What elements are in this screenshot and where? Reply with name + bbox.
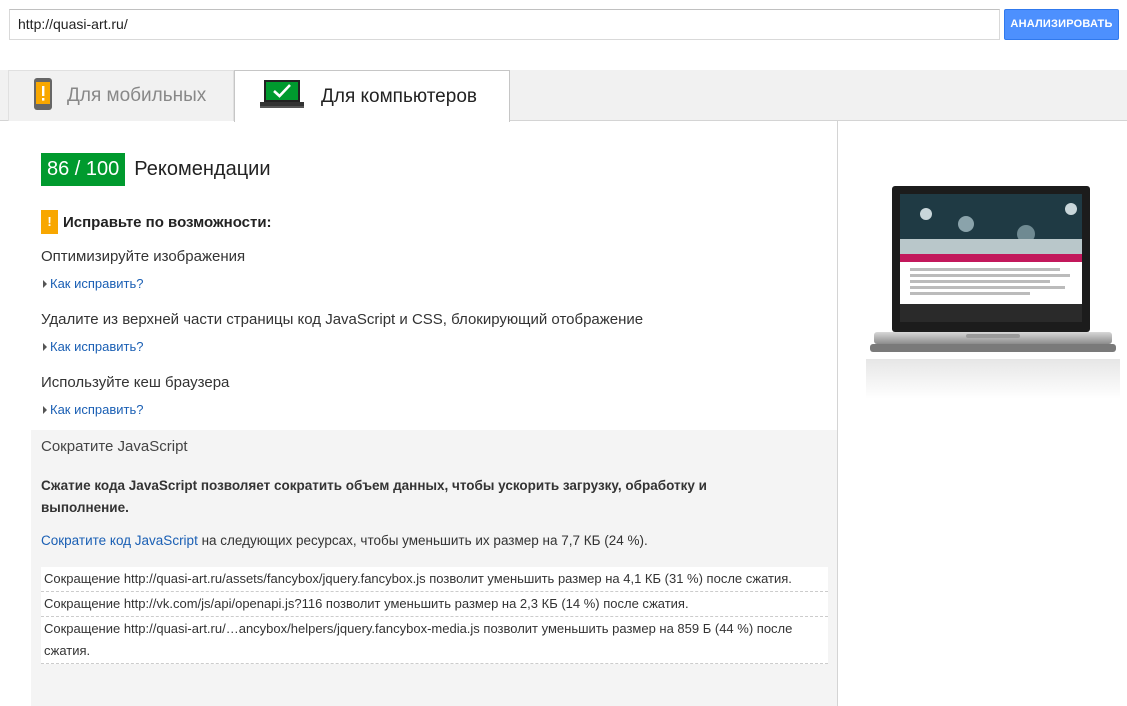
expand-arrow-icon: [43, 342, 47, 351]
expand-arrow-icon: [43, 405, 47, 414]
tab-mobile-label: Для мобильных: [67, 85, 207, 106]
expanded-rule-summary: Сократите код JavaScript на следующих ре…: [41, 533, 648, 548]
tab-mobile[interactable]: Для мобильных: [8, 70, 234, 121]
score-row: 86 / 100 Рекомендации: [41, 153, 271, 186]
rule-title: Удалите из верхней части страницы код Ja…: [41, 311, 644, 328]
how-to-fix-link[interactable]: Как исправить?: [43, 339, 144, 354]
fix-section-title: Исправьте по возможности:: [63, 213, 272, 231]
url-input[interactable]: http://quasi-art.ru/: [9, 9, 1000, 40]
how-to-fix-link[interactable]: Как исправить?: [43, 402, 144, 417]
device-tabs: Для мобильных Для компьютеров: [0, 70, 1127, 122]
phone-warning-icon: [33, 77, 53, 116]
resource-item: Сокращение http://quasi-art.ru/assets/fa…: [41, 567, 828, 592]
how-to-fix-link[interactable]: Как исправить?: [43, 276, 144, 291]
summary-text: на следующих ресурсах, чтобы уменьшить и…: [197, 533, 648, 548]
how-to-fix-label: Как исправить?: [50, 402, 144, 417]
rule-title: Оптимизируйте изображения: [41, 248, 246, 265]
score-badge: 86 / 100: [41, 153, 126, 186]
expanded-rule-description: Сжатие кода JavaScript позволяет сократи…: [41, 478, 707, 515]
how-to-fix-label: Как исправить?: [50, 339, 144, 354]
laptop-screenshot-preview: [866, 186, 1120, 399]
score-title: Рекомендации: [134, 158, 271, 180]
how-to-fix-label: Как исправить?: [50, 276, 144, 291]
minify-js-link[interactable]: Сократите код JavaScript: [41, 533, 198, 548]
fix-section-header: ! Исправьте по возможности:: [41, 210, 272, 234]
rule-title: Используйте кеш браузера: [41, 374, 230, 391]
tab-desktop-label: Для компьютеров: [321, 85, 477, 107]
results-panel: 86 / 100 Рекомендации ! Исправьте по воз…: [0, 121, 838, 706]
tab-desktop[interactable]: Для компьютеров: [234, 70, 510, 122]
expanded-rule: Сократите JavaScript Сжатие кода JavaScr…: [31, 430, 837, 706]
resource-item: Сокращение http://vk.com/js/api/openapi.…: [41, 592, 828, 617]
analyze-button[interactable]: АНАЛИЗИРОВАТЬ: [1004, 9, 1119, 40]
expand-arrow-icon: [43, 279, 47, 288]
expanded-rule-title[interactable]: Сократите JavaScript: [41, 438, 188, 455]
warning-icon: !: [41, 210, 58, 234]
desktop-preview-image: [866, 184, 1120, 399]
resource-item: Сокращение http://quasi-art.ru/…ancybox/…: [41, 617, 828, 664]
laptop-check-icon: [259, 78, 305, 115]
resource-list: Сокращение http://quasi-art.ru/assets/fa…: [41, 567, 828, 664]
